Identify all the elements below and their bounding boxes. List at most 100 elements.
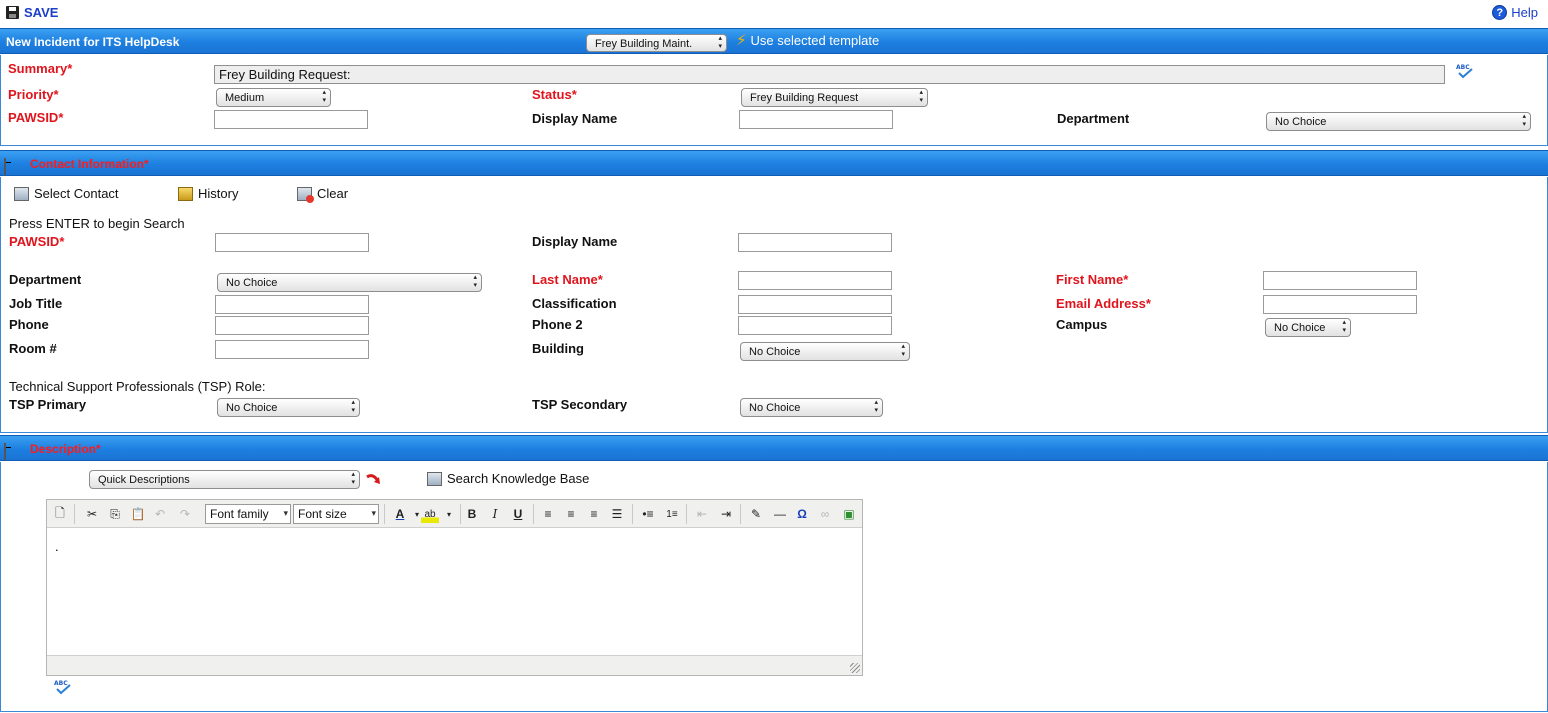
indent-icon[interactable]: ⇥ [717,505,735,523]
quick-descriptions-select[interactable]: Quick Descriptions [89,470,360,489]
status-label: Status* [532,87,577,102]
top-bar: SAVE ? Help [0,0,1548,27]
search-hint: Press ENTER to begin Search [9,216,185,231]
search-knowledge-base-link[interactable]: Search Knowledge Base [427,471,589,486]
pawsid-input[interactable] [214,110,368,129]
page-title: New Incident for ITS HelpDesk [6,35,180,49]
numbered-list-icon[interactable]: 1≡ [663,505,681,523]
classification-label: Classification [532,296,617,311]
chevron-down-icon[interactable]: ▾ [440,505,458,523]
priority-select[interactable]: Medium [216,88,331,107]
display-name-input[interactable] [739,110,893,129]
select-contact-button[interactable]: Select Contact [14,186,119,201]
align-center-icon[interactable]: ≡ [562,505,580,523]
align-left-icon[interactable]: ≡ [539,505,557,523]
contact-department-select[interactable]: No Choice [217,273,482,292]
campus-label: Campus [1056,317,1108,332]
spellcheck-icon[interactable]: ABC [1455,63,1475,82]
first-name-input[interactable] [1263,271,1417,290]
resize-handle-icon[interactable] [850,663,860,673]
tsp-primary-label: TSP Primary [9,397,87,412]
history-button[interactable]: History [178,186,238,201]
room-label: Room # [9,341,57,356]
last-name-label: Last Name* [532,272,603,287]
phone-input[interactable] [215,316,369,335]
email-input[interactable] [1263,295,1417,314]
underline-icon[interactable]: U [509,505,527,523]
campus-select[interactable]: No Choice [1265,318,1351,337]
pawsid-label: PAWSID* [8,110,64,125]
lightning-icon: ⚡ [736,32,747,49]
svg-text:ABC: ABC [1456,64,1470,71]
job-title-input[interactable] [215,295,369,314]
text-color-icon[interactable]: A [391,505,409,523]
help-link[interactable]: ? Help [1492,5,1538,20]
editor-toolbar: 🗋 ✂ ⎘ 📋 ↶ ↷ Font family Font size A ▾ ab… [47,500,862,528]
insert-arrow-icon[interactable] [364,470,384,490]
summary-input[interactable]: Frey Building Request: [214,65,1445,84]
description-section-bar[interactable]: Description* [0,435,1548,461]
outdent-icon[interactable]: ⇤ [693,505,711,523]
clear-contact-icon [297,186,314,203]
select-contact-label: Select Contact [34,186,119,201]
italic-icon[interactable]: I [486,505,504,523]
contact-department-label: Department [9,272,82,287]
bold-icon[interactable]: B [463,505,481,523]
toolbar-divider [384,504,385,524]
phone2-input[interactable] [738,316,892,335]
room-input[interactable] [215,340,369,359]
use-template-link[interactable]: ⚡ Use selected template [736,31,879,49]
spellcheck-icon[interactable]: ABC [53,679,73,698]
toolbar-divider [74,504,75,524]
editor-content-area[interactable]: . [47,529,862,655]
knowledge-base-icon [427,471,442,486]
svg-text:ABC: ABC [54,680,68,687]
status-select[interactable]: Frey Building Request [741,88,928,107]
link-icon[interactable]: ∞ [816,505,834,523]
align-right-icon[interactable]: ≡ [585,505,603,523]
insert-image-icon[interactable]: ▣ [840,505,858,523]
save-button[interactable]: SAVE [6,5,58,20]
new-document-icon[interactable]: 🗋 [51,505,69,523]
search-kb-label: Search Knowledge Base [447,471,590,486]
cut-icon[interactable]: ✂ [83,505,101,523]
contact-pawsid-label: PAWSID* [9,234,65,249]
copy-icon[interactable]: ⎘ [106,505,124,523]
email-label: Email Address* [1056,296,1151,311]
clear-button[interactable]: Clear [297,186,348,203]
tsp-primary-select[interactable]: No Choice [217,398,360,417]
highlight-color-icon[interactable]: ab [421,505,439,523]
building-label: Building [532,341,584,356]
contact-pawsid-input[interactable] [215,233,369,252]
toolbar-divider [686,504,687,524]
align-justify-icon[interactable]: ☰ [608,505,626,523]
horizontal-rule-icon[interactable]: — [771,505,789,523]
font-size-select[interactable]: Font size [293,504,379,524]
collapse-icon[interactable] [4,158,6,175]
redo-icon[interactable]: ↷ [176,505,194,523]
classification-input[interactable] [738,295,892,314]
tsp-secondary-label: TSP Secondary [532,397,628,412]
description-section-title: Description* [30,442,101,456]
font-family-select[interactable]: Font family [205,504,291,524]
bullet-list-icon[interactable]: •≡ [639,505,657,523]
collapse-icon[interactable] [4,443,6,460]
paste-icon[interactable]: 📋 [129,505,147,523]
edit-source-icon[interactable]: ✎ [747,505,765,523]
special-character-icon[interactable]: Ω [793,505,811,523]
history-label: History [198,186,239,201]
template-select[interactable]: Frey Building Maint. [586,34,727,52]
contact-section-title: Contact Information* [30,157,149,171]
history-folder-icon [178,186,193,201]
building-select[interactable]: No Choice [740,342,910,361]
contact-card-icon [14,186,29,201]
tsp-secondary-select[interactable]: No Choice [740,398,883,417]
undo-icon[interactable]: ↶ [151,505,169,523]
contact-section-bar[interactable]: Contact Information* [0,150,1548,176]
job-title-label: Job Title [9,296,63,311]
phone-label: Phone [9,317,49,332]
last-name-input[interactable] [738,271,892,290]
description-editor: 🗋 ✂ ⎘ 📋 ↶ ↷ Font family Font size A ▾ ab… [46,499,863,676]
contact-display-name-input[interactable] [738,233,892,252]
department-select[interactable]: No Choice [1266,112,1531,131]
